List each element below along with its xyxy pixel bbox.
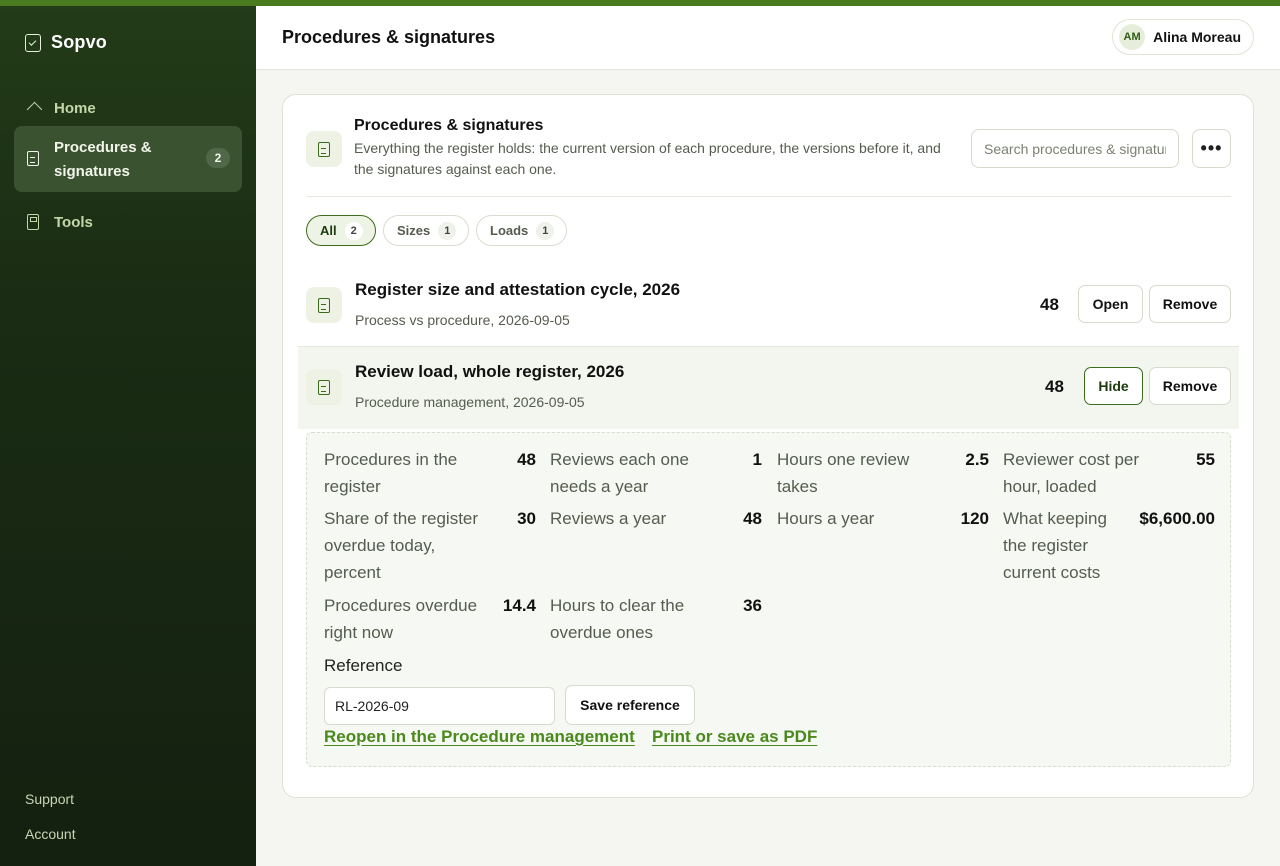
metric-label: Procedures overdue right now <box>324 596 478 642</box>
document-icon <box>27 151 39 166</box>
record-subtitle: Process vs procedure, 2026-09-05 <box>355 312 570 328</box>
document-icon <box>306 287 342 323</box>
logo-icon <box>25 33 41 52</box>
account-link[interactable]: Account <box>25 826 76 842</box>
metric-label: Hours one review takes <box>777 450 910 496</box>
metric-value: 120 <box>960 509 989 528</box>
support-link[interactable]: Support <box>25 791 74 807</box>
metric-label: Hours to clear the overdue ones <box>550 596 685 642</box>
reopen-link[interactable]: Reopen in the Procedure management <box>324 727 635 747</box>
sidebar-item-procedures[interactable]: Procedures & signatures 2 <box>14 126 242 192</box>
record-value: 48 <box>1040 295 1059 314</box>
user-menu-button[interactable]: AM Alina Moreau <box>1112 19 1254 55</box>
sidebar-item-tools[interactable]: Tools <box>14 204 242 240</box>
remove-button[interactable]: Remove <box>1149 367 1231 405</box>
count-badge: 2 <box>206 148 230 168</box>
record-detail-panel: Procedures in the register 48 Reviews ea… <box>306 432 1231 767</box>
metric-value: 36 <box>743 596 762 615</box>
filter-count: 1 <box>438 221 457 240</box>
divider <box>306 196 1231 197</box>
record-title: Review load, whole register, 2026 <box>355 362 625 381</box>
record-value: 48 <box>1045 377 1064 396</box>
filter-label: Loads <box>490 223 529 238</box>
filter-count: 1 <box>536 221 555 240</box>
remove-button[interactable]: Remove <box>1149 285 1231 323</box>
filter-all[interactable]: All 2 <box>306 215 376 246</box>
filter-sizes[interactable]: Sizes 1 <box>383 215 470 246</box>
metric-value: 14.4 <box>502 596 536 615</box>
save-reference-button[interactable]: Save reference <box>565 685 695 725</box>
metric-value: 48 <box>743 509 762 528</box>
document-icon <box>306 369 342 405</box>
filter-label: Sizes <box>397 223 431 238</box>
metric-label: Hours a year <box>777 509 875 528</box>
top-accent-bar <box>0 0 1280 6</box>
metric-value: 55 <box>1196 450 1215 469</box>
filter-label: All <box>320 223 337 238</box>
document-icon <box>306 131 342 167</box>
list-item: Review load, whole register, 2026 Proced… <box>298 347 1239 429</box>
metric-value: 2.5 <box>965 450 989 469</box>
reference-label: Reference <box>324 656 403 675</box>
filter-count: 2 <box>344 221 363 240</box>
metric-label: Reviews each one needs a year <box>550 450 689 496</box>
procedures-card: Procedures & signatures Everything the r… <box>282 94 1254 798</box>
metric-label: What keeping the register current costs <box>1003 509 1107 582</box>
sidebar: Sopvo Home Procedures & signatures 2 Too… <box>0 6 256 866</box>
record-subtitle: Procedure management, 2026-09-05 <box>355 394 585 410</box>
sidebar-item-label: Tools <box>54 213 93 231</box>
card-title: Procedures & signatures <box>354 117 544 134</box>
record-title: Register size and attestation cycle, 202… <box>355 280 681 299</box>
list-item: Register size and attestation cycle, 202… <box>298 265 1239 347</box>
search-input[interactable] <box>971 129 1179 168</box>
header: Procedures & signatures AM Alina Moreau <box>256 6 1280 70</box>
user-name: Alina Moreau <box>1153 29 1241 45</box>
print-link[interactable]: Print or save as PDF <box>652 727 817 747</box>
hide-button[interactable]: Hide <box>1084 367 1143 405</box>
calculator-icon <box>27 214 39 230</box>
metric-label: Share of the register overdue today, per… <box>324 509 479 582</box>
open-button[interactable]: Open <box>1078 285 1143 323</box>
sidebar-item-home[interactable]: Home <box>14 90 242 126</box>
metric-label: Reviews a year <box>550 509 667 528</box>
metric-label: Reviewer cost per hour, loaded <box>1003 450 1140 496</box>
page-title: Procedures & signatures <box>282 27 496 47</box>
app-name: Sopvo <box>51 32 108 52</box>
metric-value: $6,600.00 <box>1139 509 1215 528</box>
card-description: Everything the register holds: the curre… <box>354 140 941 177</box>
filter-loads[interactable]: Loads 1 <box>476 215 568 246</box>
sidebar-item-label: Procedures & signatures <box>54 139 152 180</box>
metric-value: 1 <box>752 450 762 469</box>
metric-value: 30 <box>517 509 536 528</box>
more-options-button[interactable]: ••• <box>1192 129 1231 168</box>
metric-label: Procedures in the register <box>324 450 458 496</box>
avatar: AM <box>1119 24 1146 50</box>
home-icon <box>27 102 41 114</box>
sidebar-item-label: Home <box>54 99 96 117</box>
brand[interactable]: Sopvo <box>25 32 107 53</box>
reference-input[interactable] <box>324 687 555 725</box>
metric-value: 48 <box>517 450 536 469</box>
